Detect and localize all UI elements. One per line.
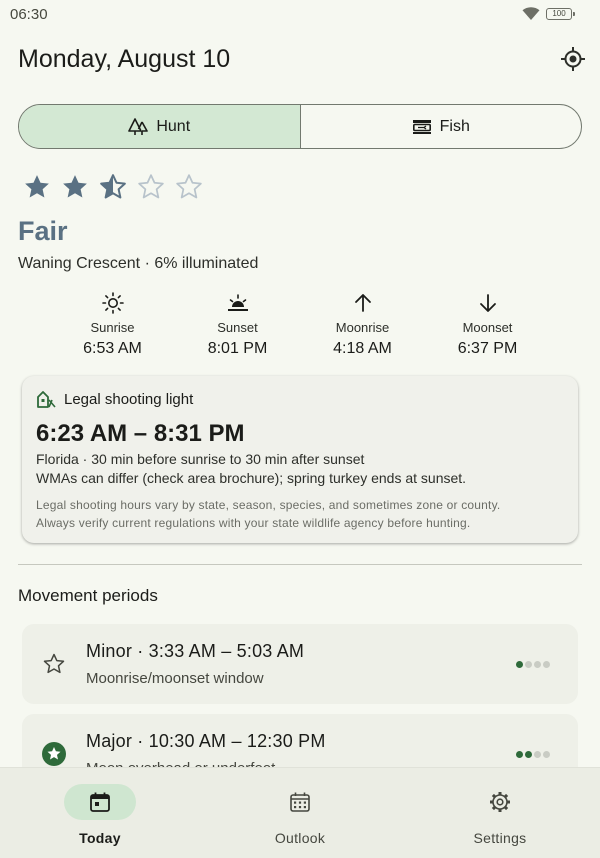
sunrise-label: Sunrise bbox=[90, 320, 135, 335]
sun-moon-times: Sunrise 6:53 AM Sunset 8:01 PM Moonrise … bbox=[50, 290, 550, 358]
segment-fish[interactable]: Fish bbox=[299, 105, 582, 148]
sunset-value: 8:01 PM bbox=[207, 340, 268, 357]
segment-fish-label: Fish bbox=[439, 117, 470, 135]
segment-hunt[interactable]: Hunt bbox=[19, 105, 300, 148]
strength-dot bbox=[516, 660, 523, 668]
legal-rule: Florida · 30 min before sunrise to 30 mi… bbox=[36, 451, 365, 467]
battery-icon: 100 bbox=[546, 8, 575, 20]
status-bar: 06:30 100 bbox=[0, 0, 600, 28]
rating-label: Fair bbox=[18, 216, 68, 246]
sunrise-icon bbox=[101, 292, 124, 314]
arrow-down-icon bbox=[479, 294, 496, 312]
moonrise-item: Moonrise 4:18 AM bbox=[300, 290, 425, 358]
legal-disclaimer-line: Always verify current regulations with y… bbox=[36, 516, 471, 530]
status-time: 06:30 bbox=[10, 5, 48, 23]
strength-dot bbox=[525, 750, 532, 758]
divider bbox=[18, 564, 582, 565]
moonset-value: 6:37 PM bbox=[457, 340, 518, 357]
sunset-icon bbox=[227, 294, 248, 311]
mode-segmented-control: Hunt Fish bbox=[18, 104, 582, 149]
legal-note: WMAs can differ (check area brochure); s… bbox=[36, 470, 467, 486]
calendar-today-icon bbox=[90, 792, 110, 812]
legal-card-header: Legal shooting light bbox=[36, 390, 564, 408]
nav-today-label: Today bbox=[79, 830, 121, 846]
strength-dot bbox=[534, 660, 541, 668]
star-empty-icon bbox=[138, 174, 164, 199]
moonrise-label: Moonrise bbox=[335, 320, 390, 335]
strength-dot bbox=[534, 750, 541, 758]
star-badge-icon bbox=[42, 742, 66, 766]
legal-time-range: 6:23 AM – 8:31 PM bbox=[36, 420, 245, 447]
calendar-month-icon bbox=[290, 792, 310, 812]
nav-outlook[interactable]: Outlook bbox=[200, 768, 400, 858]
header: Monday, August 10 bbox=[18, 42, 588, 76]
locate-button[interactable] bbox=[558, 44, 588, 74]
fish-icon bbox=[412, 119, 431, 134]
star-full-icon bbox=[63, 175, 87, 198]
hunting-blind-icon bbox=[37, 391, 56, 408]
period-title: Minor · 3:33 AM – 5:03 AM bbox=[86, 641, 305, 661]
sunset-label: Sunset bbox=[217, 320, 258, 335]
page-title: Monday, August 10 bbox=[18, 44, 231, 73]
legal-shooting-light-card: Legal shooting light 6:23 AM – 8:31 PM F… bbox=[22, 376, 578, 543]
gear-icon bbox=[490, 792, 510, 812]
trees-icon bbox=[128, 117, 149, 135]
strength-indicator bbox=[516, 750, 550, 758]
star-outline-icon bbox=[43, 653, 65, 674]
bottom-navigation: Today Outlook Settings bbox=[0, 767, 600, 858]
moonset-item: Moonset 6:37 PM bbox=[425, 290, 550, 358]
sunset-item: Sunset 8:01 PM bbox=[175, 290, 300, 358]
strength-dot bbox=[525, 660, 532, 668]
sunrise-item: Sunrise 6:53 AM bbox=[50, 290, 175, 358]
status-icons: 100 bbox=[522, 7, 575, 21]
strength-dot bbox=[543, 660, 550, 668]
legal-disclaimer-line: Legal shooting hours vary by state, seas… bbox=[36, 498, 501, 512]
period-subtitle: Moonrise/moonset window bbox=[86, 670, 264, 687]
star-half-icon bbox=[100, 174, 126, 199]
movement-section-title: Movement periods bbox=[18, 586, 158, 605]
movement-period-card[interactable]: Minor · 3:33 AM – 5:03 AM Moonrise/moons… bbox=[22, 624, 578, 704]
nav-settings[interactable]: Settings bbox=[400, 768, 600, 858]
moon-phase-text: Waning Crescent · 6% illuminated bbox=[18, 255, 259, 272]
wifi-icon bbox=[522, 7, 540, 20]
sunrise-value: 6:53 AM bbox=[83, 340, 142, 357]
strength-indicator bbox=[516, 660, 550, 668]
star-rating bbox=[22, 172, 204, 202]
legal-disclaimer: Legal shooting hours vary by state, seas… bbox=[36, 496, 564, 532]
star-full-icon bbox=[25, 175, 49, 198]
strength-dot bbox=[516, 750, 523, 758]
star-empty-icon bbox=[176, 174, 202, 199]
legal-card-title: Legal shooting light bbox=[64, 390, 194, 408]
segment-hunt-label: Hunt bbox=[156, 117, 191, 135]
strength-dot bbox=[543, 750, 550, 758]
nav-settings-label: Settings bbox=[473, 830, 527, 846]
nav-today[interactable]: Today bbox=[0, 768, 200, 858]
moonset-label: Moonset bbox=[462, 320, 513, 335]
arrow-up-icon bbox=[354, 294, 371, 312]
my-location-icon bbox=[561, 47, 585, 71]
period-title: Major · 10:30 AM – 12:30 PM bbox=[86, 731, 326, 751]
moonrise-value: 4:18 AM bbox=[333, 340, 392, 357]
nav-outlook-label: Outlook bbox=[274, 830, 326, 846]
